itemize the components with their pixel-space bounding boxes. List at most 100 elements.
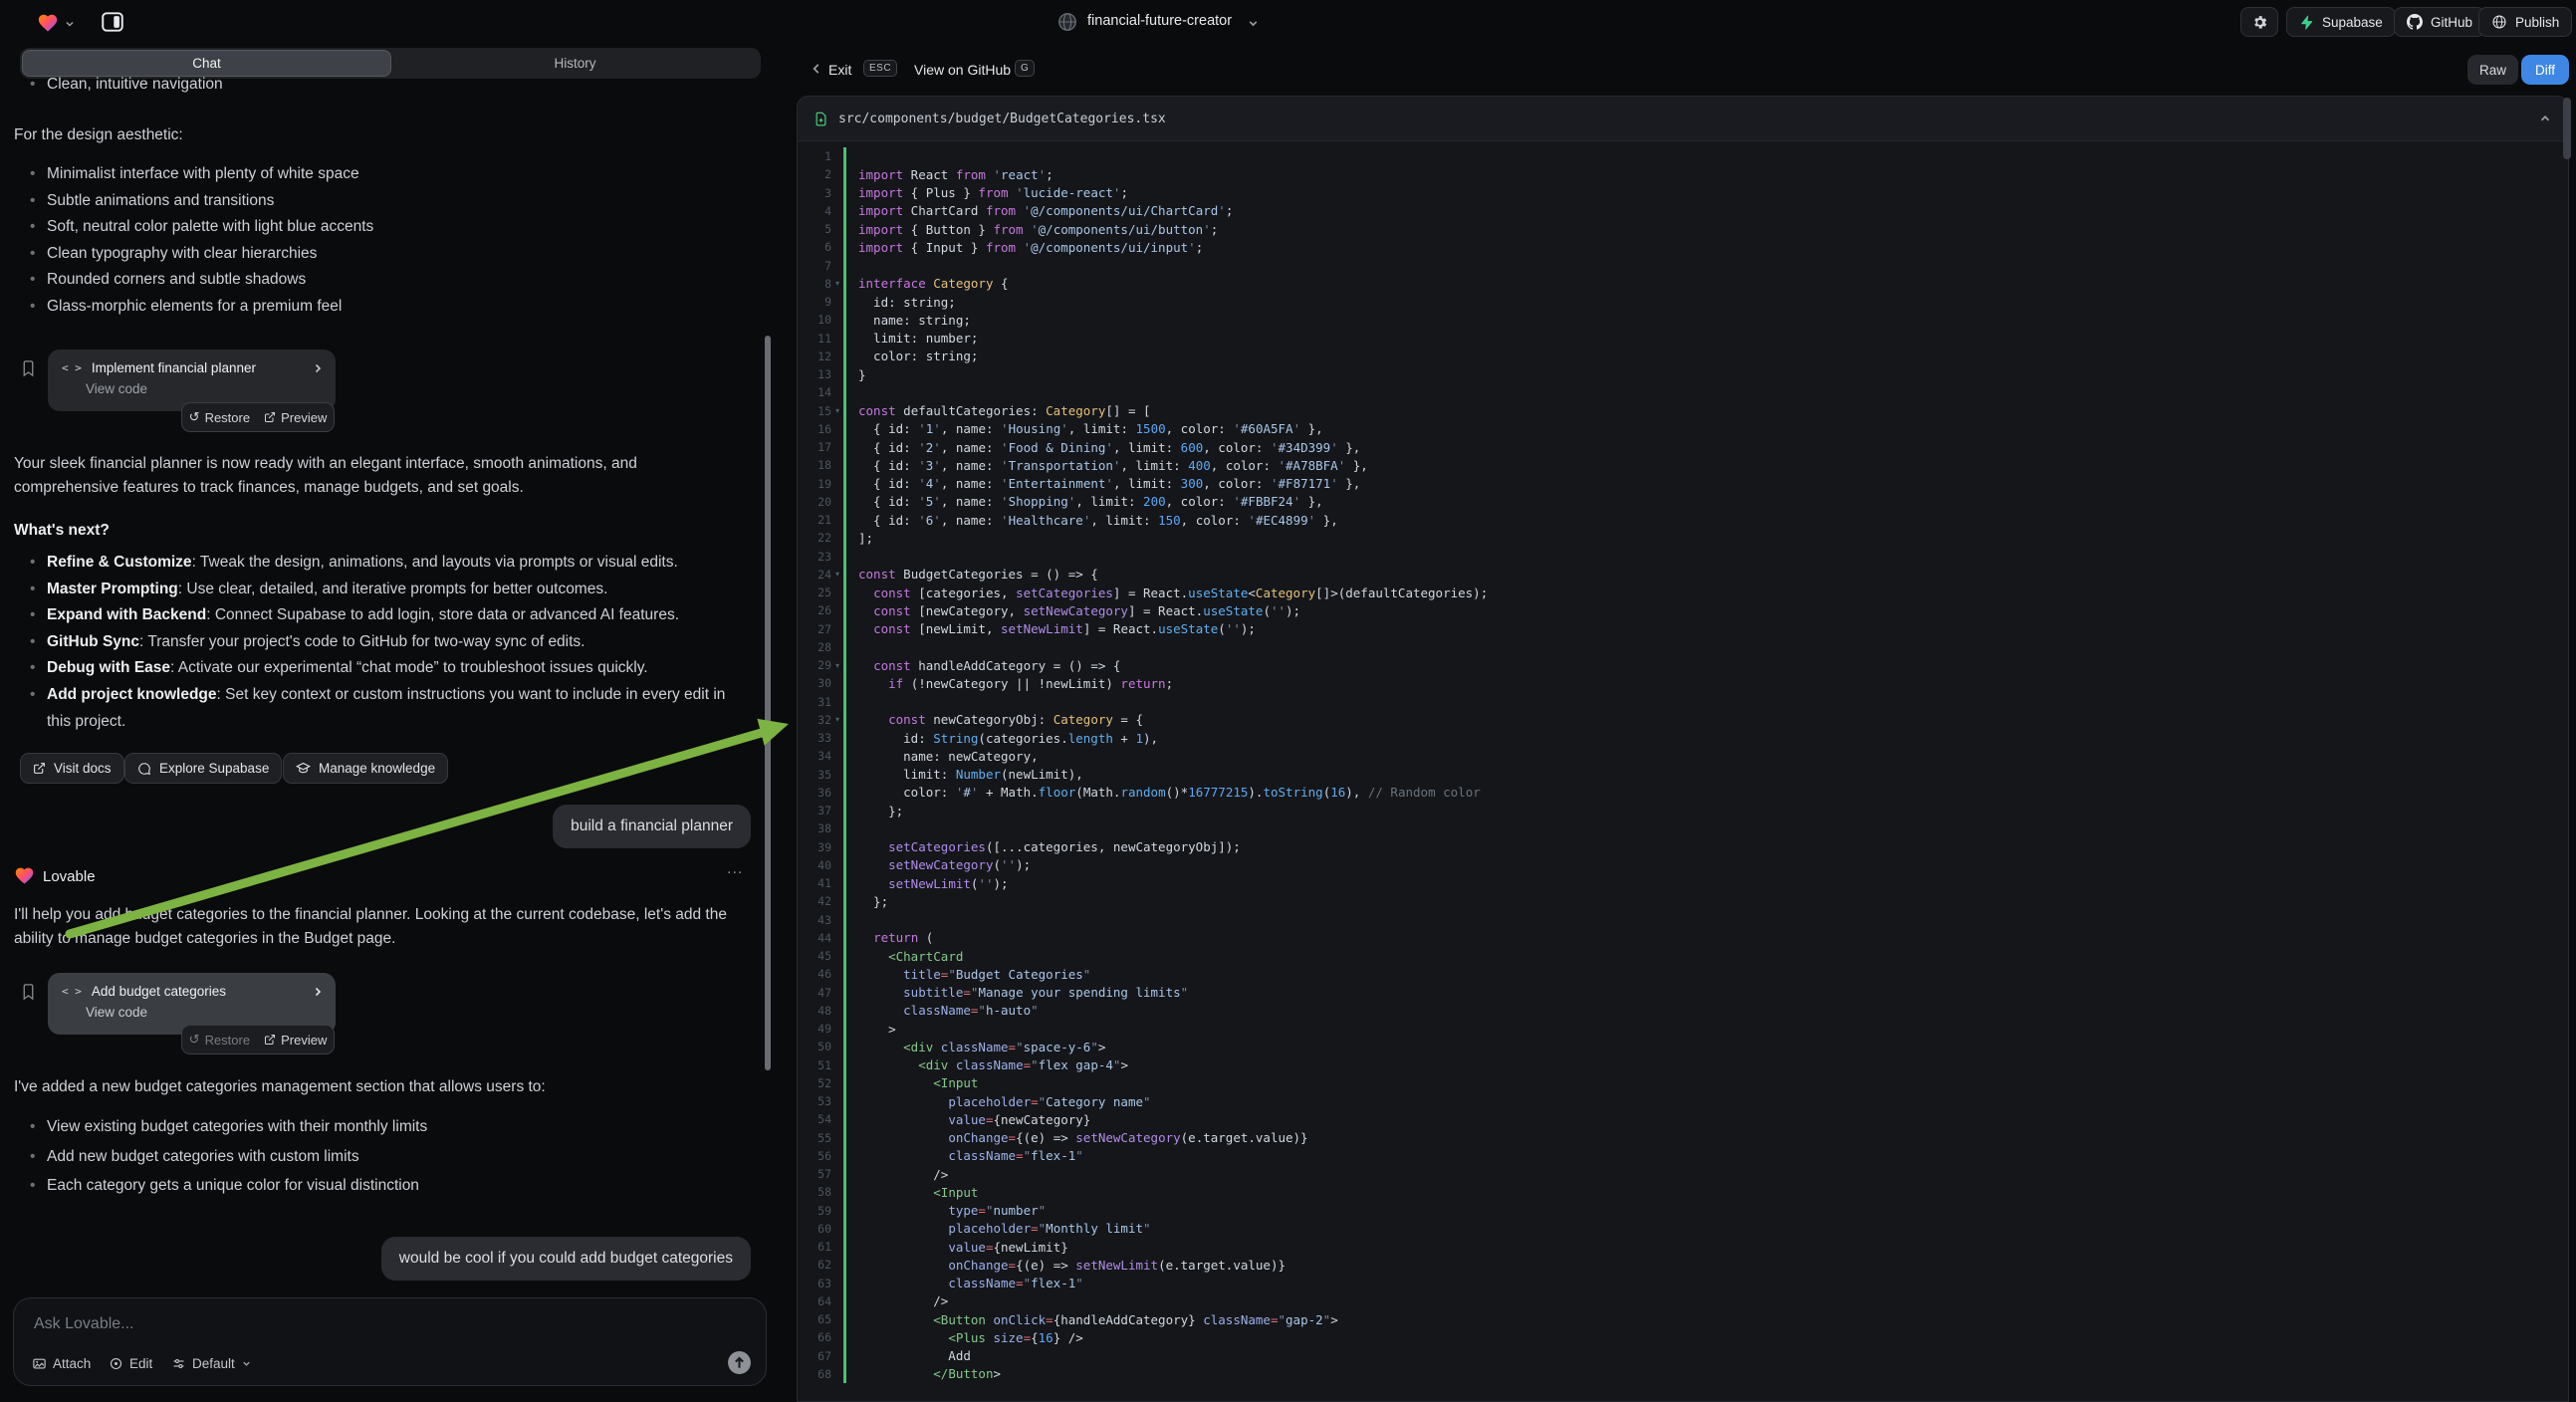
code-line: 55 onChange={(e) => setNewCategory(e.tar… (798, 1129, 2568, 1147)
line-number: 67 (798, 1349, 831, 1363)
user-message: build a financial planner (553, 805, 751, 848)
fold-chevron-icon[interactable]: ▾ (831, 279, 843, 288)
project-name[interactable]: financial-future-creator (1087, 13, 1232, 29)
line-number: 34 (798, 749, 831, 763)
publish-label: Publish (2515, 15, 2559, 30)
view-on-github-button[interactable]: View on GitHub (914, 62, 1011, 78)
code-line: 45 <ChartCard (798, 947, 2568, 965)
fold-chevron-icon[interactable]: ▾ (831, 406, 843, 415)
line-number: 9 (798, 295, 831, 309)
model-selector[interactable]: Default (171, 1356, 252, 1371)
code-line: 42 }; (798, 892, 2568, 910)
line-number: 55 (798, 1131, 831, 1145)
line-number: 20 (798, 495, 831, 509)
fold-chevron-icon[interactable]: ▾ (831, 715, 843, 724)
code-line: 56 className="flex-1" (798, 1147, 2568, 1165)
collapse-chevron-up-icon[interactable] (2538, 112, 2552, 125)
line-number: 33 (798, 731, 831, 745)
tab-chat[interactable]: Chat (22, 50, 391, 77)
back-chevron-icon[interactable] (810, 62, 823, 76)
chat-scrollbar-thumb[interactable] (765, 336, 771, 1070)
tab-history[interactable]: History (391, 50, 759, 77)
code-line: 31 (798, 693, 2568, 711)
version-card-title: Add budget categories (92, 984, 302, 999)
visit-docs-button[interactable]: Visit docs (20, 753, 124, 784)
bookmark-icon[interactable] (20, 982, 37, 1002)
manage-knowledge-button[interactable]: Manage knowledge (283, 753, 448, 784)
fold-chevron-icon[interactable]: ▾ (831, 570, 843, 579)
diff-added-gutter (843, 147, 846, 165)
line-number: 8 (798, 277, 831, 291)
line-number: 28 (798, 640, 831, 654)
chevron-right-icon (312, 362, 324, 374)
list-item: Clean typography with clear hierarchies (14, 241, 746, 268)
code-scrollbar-thumb[interactable] (2563, 98, 2571, 159)
supabase-button[interactable]: Supabase (2286, 7, 2396, 37)
preview-button[interactable]: Preview (264, 410, 327, 425)
github-button[interactable]: GitHub (2394, 7, 2485, 37)
diff-toggle-button[interactable]: Diff (2521, 55, 2569, 85)
line-number: 62 (798, 1258, 831, 1272)
github-label: GitHub (2431, 15, 2472, 30)
raw-toggle-button[interactable]: Raw (2467, 55, 2518, 85)
diff-added-gutter (843, 548, 846, 566)
restore-button[interactable]: ↺Restore (189, 1032, 250, 1048)
line-number: 52 (798, 1076, 831, 1090)
code-line: 43 (798, 911, 2568, 929)
line-number: 37 (798, 804, 831, 818)
attach-button[interactable]: Attach (32, 1356, 91, 1371)
code-line: 18 { id: '3', name: 'Transportation', li… (798, 456, 2568, 474)
code-line: 1 (798, 147, 2568, 165)
code-line: 51 <div className="flex gap-4"> (798, 1056, 2568, 1074)
file-header[interactable]: src/components/budget/BudgetCategories.t… (798, 97, 2568, 141)
explore-supabase-button[interactable]: Explore Supabase (124, 753, 282, 784)
view-code-link[interactable]: View code (48, 999, 336, 1020)
code-line: 30 if (!newCategory || !newLimit) return… (798, 674, 2568, 692)
line-number: 54 (798, 1112, 831, 1126)
globe-icon (2491, 14, 2507, 30)
publish-button[interactable]: Publish (2478, 7, 2572, 37)
restore-button[interactable]: ↺Restore (189, 409, 250, 425)
chevron-right-icon (312, 986, 324, 998)
code-line: 68 </Button> (798, 1365, 2568, 1383)
code-line: 41 setNewLimit(''); (798, 874, 2568, 892)
preview-button[interactable]: Preview (264, 1033, 327, 1048)
edit-mode-button[interactable]: Edit (109, 1356, 152, 1371)
list-item: Master Prompting: Use clear, detailed, a… (14, 577, 746, 603)
restore-icon: ↺ (189, 409, 200, 425)
list-item: Subtle animations and transitions (14, 188, 746, 215)
code-line: 2import React from 'react'; (798, 165, 2568, 183)
code-line: 25 const [categories, setCategories] = R… (798, 584, 2568, 601)
code-line: 62 onChange={(e) => setNewLimit(e.target… (798, 1256, 2568, 1274)
line-number: 49 (798, 1022, 831, 1036)
code-line: 33 id: String(categories.length + 1), (798, 729, 2568, 747)
code-line: 36 color: '#' + Math.floor(Math.random()… (798, 784, 2568, 802)
settings-button[interactable] (2240, 7, 2278, 37)
logo-chevron-down-icon[interactable] (64, 18, 76, 30)
line-number: 66 (798, 1330, 831, 1344)
assistant-paragraph: I'll help you add budget categories to t… (14, 903, 741, 951)
project-chevron-down-icon[interactable] (1247, 17, 1260, 30)
code-line: 46 title="Budget Categories" (798, 965, 2568, 983)
diff-added-gutter (843, 257, 846, 275)
diff-added-gutter (843, 638, 846, 656)
bookmark-icon[interactable] (20, 358, 37, 378)
chat-composer[interactable]: Ask Lovable... Attach Edit Default (13, 1297, 767, 1386)
line-number: 14 (798, 385, 831, 399)
line-number: 38 (798, 821, 831, 835)
fold-chevron-icon[interactable]: ▾ (831, 661, 843, 670)
code-line: 65 <Button onClick={handleAddCategory} c… (798, 1310, 2568, 1328)
code-editor[interactable]: 12import React from 'react';3import { Pl… (798, 141, 2568, 1383)
version-card-title: Implement financial planner (92, 360, 302, 375)
code-line: 12 color: string; (798, 348, 2568, 365)
message-menu-button[interactable]: ... (727, 860, 743, 878)
list-item: Each category gets a unique color for vi… (14, 1171, 746, 1201)
view-code-link[interactable]: View code (48, 375, 336, 396)
send-button[interactable] (727, 1350, 752, 1375)
list-item: Add new budget categories with custom li… (14, 1142, 746, 1172)
exit-button[interactable]: Exit (828, 62, 851, 78)
lovable-logo-icon[interactable] (36, 12, 60, 34)
line-number: 31 (798, 695, 831, 709)
code-line: 4import ChartCard from '@/components/ui/… (798, 202, 2568, 220)
toggle-sidebar-icon[interactable] (100, 9, 125, 35)
